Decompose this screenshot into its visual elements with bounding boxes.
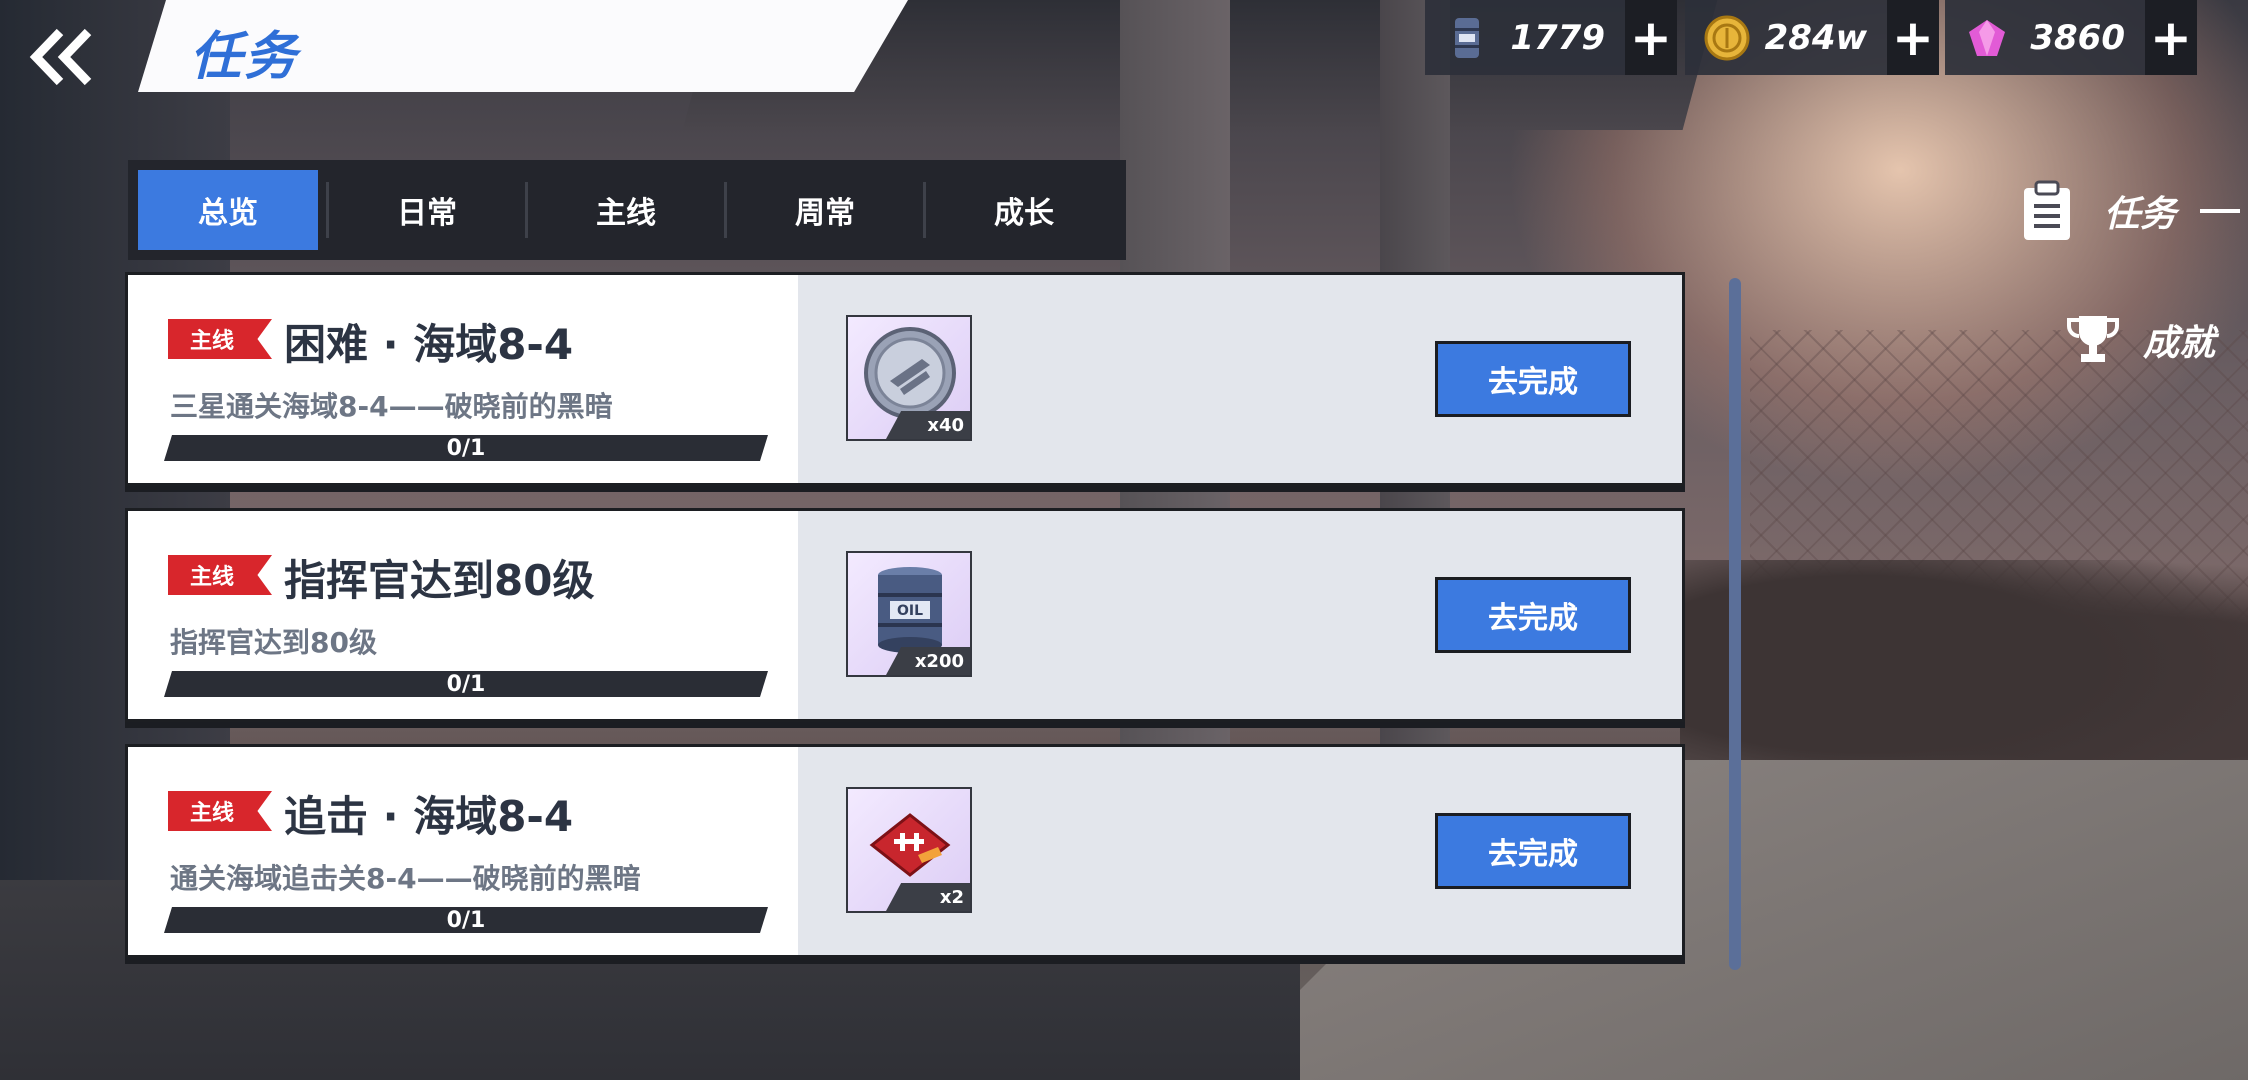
gold-coin-icon [1704,15,1750,60]
tab-overview[interactable]: 总览 [138,170,318,250]
tab-label: 总览 [198,196,258,231]
gem-icon [1969,19,2005,56]
task-tag: 主线 [168,555,272,595]
oil-barrel-icon: OIL [878,567,942,653]
task-title: 指挥官达到80级 [284,556,595,605]
side-achievements-label: 成就 [2143,323,2216,364]
tab-bar: 总览 日常 主线 周常 成长 [128,160,1126,260]
task-progress-bar: 0/1 [164,907,768,933]
go-complete-button[interactable]: 去完成 [1435,577,1631,653]
reward-item[interactable]: OIL x200 [846,551,972,677]
oil-label: OIL [897,603,923,619]
task-card: 主线 追击 · 海域8-4 通关海域追击关8-4——破晓前的黑暗 0/1 x2 … [125,744,1685,958]
header: 任务 [0,0,1000,100]
trophy-icon [2067,316,2119,362]
task-card: 主线 困难 · 海域8-4 三星通关海域8-4——破晓前的黑暗 0/1 x40 … [125,272,1685,486]
side-tasks-link[interactable]: 任务 [2020,180,2241,242]
gem-amount: 3860 [2030,17,2125,58]
task-progress-bar: 0/1 [164,435,768,461]
tab-label: 周常 [795,196,855,231]
oil-barrel-icon [1455,17,1479,58]
tab-divider [724,182,727,238]
tab-main[interactable]: 主线 [536,170,716,250]
gold-amount: 284w [1764,17,1867,58]
task-description: 三星通关海域8-4——破晓前的黑暗 [170,390,613,423]
task-tag: 主线 [168,791,272,831]
tab-growth[interactable]: 成长 [934,170,1114,250]
side-tasks-label: 任务 [2104,194,2177,235]
tab-divider [525,182,528,238]
add-gem-button[interactable]: + [2145,0,2197,75]
tab-label: 日常 [397,196,457,231]
tab-daily[interactable]: 日常 [337,170,517,250]
red-ticket-icon [869,813,951,877]
tab-weekly[interactable]: 周常 [735,170,915,250]
go-complete-button[interactable]: 去完成 [1435,813,1631,889]
reward-item[interactable]: x40 [846,315,972,441]
add-gold-button[interactable]: + [1887,0,1939,75]
task-list: 主线 困难 · 海域8-4 三星通关海域8-4——破晓前的黑暗 0/1 x40 … [125,272,1687,980]
currency-gem: 3860 + [1945,0,2197,75]
side-achievements-link[interactable]: 成就 [2065,312,2215,368]
currency-gold: 284w + [1685,0,1939,75]
silver-medal-icon [864,327,956,419]
go-complete-button[interactable]: 去完成 [1435,341,1631,417]
task-description: 通关海域追击关8-4——破晓前的黑暗 [170,862,641,895]
task-title: 困难 · 海域8-4 [284,320,574,369]
task-description: 指挥官达到80级 [170,626,377,659]
tab-divider [923,182,926,238]
side-tasks-indicator [2200,209,2241,213]
currency-oil: 1779 + [1425,0,1677,75]
task-list-scrollbar[interactable] [1729,278,1741,970]
tab-label: 成长 [994,196,1054,231]
reward-item[interactable]: x2 [846,787,972,913]
page-title: 任务 [190,27,299,87]
back-button[interactable] [22,22,102,92]
clipboard-icon [2024,180,2070,240]
task-title: 追击 · 海域8-4 [284,792,574,841]
tab-label: 主线 [596,196,656,231]
task-tag: 主线 [168,319,272,359]
double-chevron-left-icon [29,28,92,86]
add-oil-button[interactable]: + [1625,0,1677,75]
task-card: 主线 指挥官达到80级 指挥官达到80级 0/1 OIL x200 去完成 [125,508,1685,722]
oil-amount: 1779 [1510,17,1605,58]
task-progress-bar: 0/1 [164,671,768,697]
tab-divider [326,182,329,238]
